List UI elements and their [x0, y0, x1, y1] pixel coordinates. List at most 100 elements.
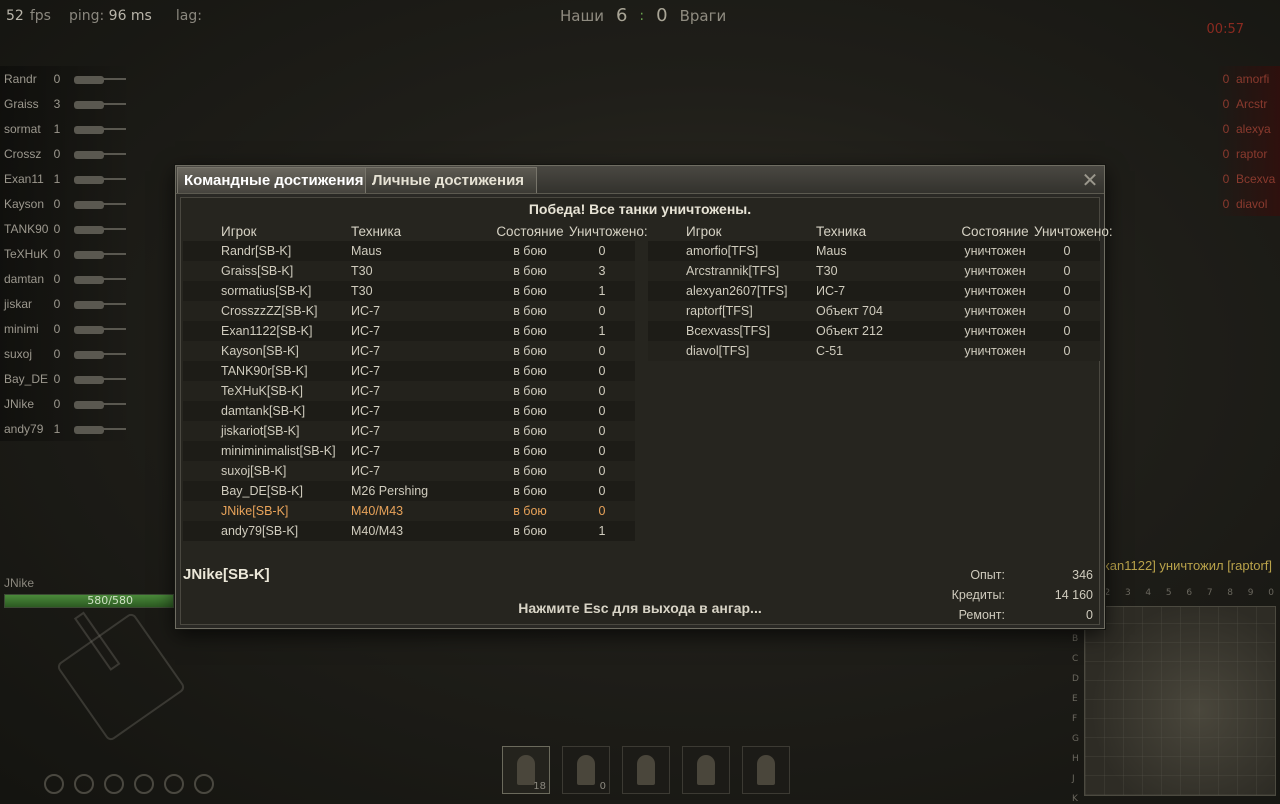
- col-player: Игрок: [686, 223, 722, 239]
- vehicle-state: в бою: [513, 264, 547, 278]
- minimap-col-label: 8: [1227, 588, 1234, 598]
- vehicle-state: в бою: [513, 444, 547, 458]
- tank-icon: [66, 223, 128, 235]
- sidebar-player-name: Exan11: [4, 171, 44, 186]
- consumable-slot[interactable]: 0: [562, 746, 610, 794]
- minimap-row-label: B: [1072, 634, 1079, 644]
- player-name: Randr[SB-K]: [221, 244, 292, 258]
- tank-name: Объект 704: [816, 304, 883, 318]
- tank-name: Maus: [351, 244, 382, 258]
- sidebar-frags: 0: [53, 296, 61, 311]
- tank-icon: [66, 73, 128, 85]
- kills-count: 3: [598, 264, 606, 278]
- battle-rewards: Опыт: 346 Кредиты: 14 160 Ремонт: 0: [933, 565, 1093, 625]
- table-row: Bcexvass[TFS] Объект 212 уничтожен 0: [648, 321, 1100, 341]
- tank-icon: [66, 423, 128, 435]
- col-tank: Техника: [351, 223, 402, 239]
- player-name: JNike: [4, 576, 35, 590]
- fire-extinguisher-icon: [637, 755, 655, 785]
- minimap-col-label: 3: [1124, 588, 1131, 598]
- kills-count: 0: [1063, 264, 1071, 278]
- sidebar-player-name: Graiss: [4, 96, 39, 111]
- kills-count: 0: [1063, 344, 1071, 358]
- tank-icon: [66, 173, 128, 185]
- enemy-sidebar-row: 0 Bcexva: [1216, 166, 1280, 191]
- minimap-row-labels: ABCDEFGHJK: [1072, 614, 1079, 804]
- table-row: Exan1122[SB-K] ИС-7 в бою 1: [183, 321, 635, 341]
- consumable-slot[interactable]: [622, 746, 670, 794]
- first-aid-kit-icon: [757, 755, 775, 785]
- tab-team-achievements[interactable]: Командные достижения: [177, 167, 375, 193]
- ally-team-sidebar: Randr 0 Graiss 3 sormat 1 Crossz 0 Exan11 1 Kayson…: [0, 66, 134, 441]
- sidebar-player-name: Kayson: [4, 196, 45, 211]
- table-row: Kayson[SB-K] ИС-7 в бою 0: [183, 341, 635, 361]
- consumable-count: 18: [533, 781, 546, 792]
- kills-count: 0: [598, 244, 606, 258]
- table-row: andy79[SB-K] M40/M43 в бою 1: [183, 521, 635, 541]
- vehicle-state: уничтожен: [964, 284, 1026, 298]
- tank-name: M40/M43: [351, 504, 404, 518]
- vehicle-state: в бою: [513, 524, 547, 538]
- sidebar-frags: 1: [53, 121, 61, 136]
- sidebar-frags: 0: [53, 71, 61, 86]
- kills-count: 0: [598, 364, 606, 378]
- sidebar-frags: 0: [1222, 96, 1230, 111]
- minimap[interactable]: [1084, 606, 1276, 796]
- tank-icon: [66, 298, 128, 310]
- sidebar-player-name: TANK90: [4, 221, 49, 236]
- minimap-column-labels: 1234567890: [1084, 588, 1274, 598]
- table-row: amorfio[TFS] Maus уничтожен 0: [648, 241, 1100, 261]
- sidebar-frags: 0: [53, 146, 61, 161]
- tab-personal-achievements[interactable]: Личные достижения: [365, 167, 537, 193]
- enemy-sidebar-row: 0 Arcstr: [1216, 91, 1280, 116]
- tank-icon: [66, 323, 128, 335]
- hud-stats: 52 fps ping: 96 ms lag:: [6, 8, 202, 24]
- consumable-slot[interactable]: [742, 746, 790, 794]
- tank-name: T30: [351, 264, 373, 278]
- table-row: alexyan2607[TFS] ИС-7 уничтожен 0: [648, 281, 1100, 301]
- enemy-sidebar-row: 0 alexya: [1216, 116, 1280, 141]
- sidebar-player-name: Bay_DE: [4, 371, 49, 386]
- health-text: 580/580: [87, 594, 133, 607]
- sidebar-player-name: raptor: [1236, 146, 1268, 161]
- consumable-slot[interactable]: 18: [502, 746, 550, 794]
- consumables-bar: 18 0: [502, 746, 790, 794]
- sidebar-frags: 3: [53, 96, 61, 111]
- kills-count: 0: [598, 384, 606, 398]
- minimap-row-label: J: [1072, 774, 1075, 784]
- col-tank: Техника: [816, 223, 867, 239]
- player-name: Bcexvass[TFS]: [686, 324, 771, 338]
- minimap-terrain: [1085, 607, 1275, 795]
- tank-name: ИС-7: [351, 304, 381, 318]
- close-icon[interactable]: ✕: [1080, 170, 1100, 190]
- ally-sidebar-row: jiskar 0: [0, 291, 134, 316]
- vehicle-state: в бою: [513, 324, 547, 338]
- table-row: TeXHuK[SB-K] ИС-7 в бою 0: [183, 381, 635, 401]
- ally-sidebar-row: Randr 0: [0, 66, 134, 91]
- sidebar-frags: 0: [1222, 121, 1230, 136]
- team-score: Наши 6 : 0 Враги: [560, 5, 726, 26]
- enemies-score: 0: [656, 5, 668, 26]
- vehicle-state: в бою: [513, 364, 547, 378]
- ally-sidebar-row: sormat 1: [0, 116, 134, 141]
- fps-value: 52: [6, 8, 24, 24]
- ally-sidebar-row: TeXHuK 0: [0, 241, 134, 266]
- table-row: jiskariot[SB-K] ИС-7 в бою 0: [183, 421, 635, 441]
- enemies-label: Враги: [679, 6, 727, 25]
- player-name: damtank[SB-K]: [221, 404, 306, 418]
- vehicle-state: в бою: [513, 424, 547, 438]
- sidebar-player-name: jiskar: [4, 296, 33, 311]
- minimap-row-label: D: [1072, 674, 1079, 684]
- table-row: Graiss[SB-K] T30 в бою 3: [183, 261, 635, 281]
- enemy-team-sidebar: 0 amorfi 0 Arcstr 0 alexya 0 raptor 0 Bcexva 0 diav…: [1216, 66, 1280, 216]
- kills-count: 1: [598, 284, 606, 298]
- battle-result-title: Победа! Все танки уничтожены.: [528, 201, 752, 217]
- ally-sidebar-row: JNike 0: [0, 391, 134, 416]
- vehicle-state: уничтожен: [964, 244, 1026, 258]
- consumable-slot[interactable]: [682, 746, 730, 794]
- tank-name: ИС-7: [351, 364, 381, 378]
- tank-damage-schematic: [55, 611, 187, 743]
- tank-name: ИС-7: [351, 444, 381, 458]
- minimap-col-label: 6: [1186, 588, 1193, 598]
- kills-count: 0: [598, 404, 606, 418]
